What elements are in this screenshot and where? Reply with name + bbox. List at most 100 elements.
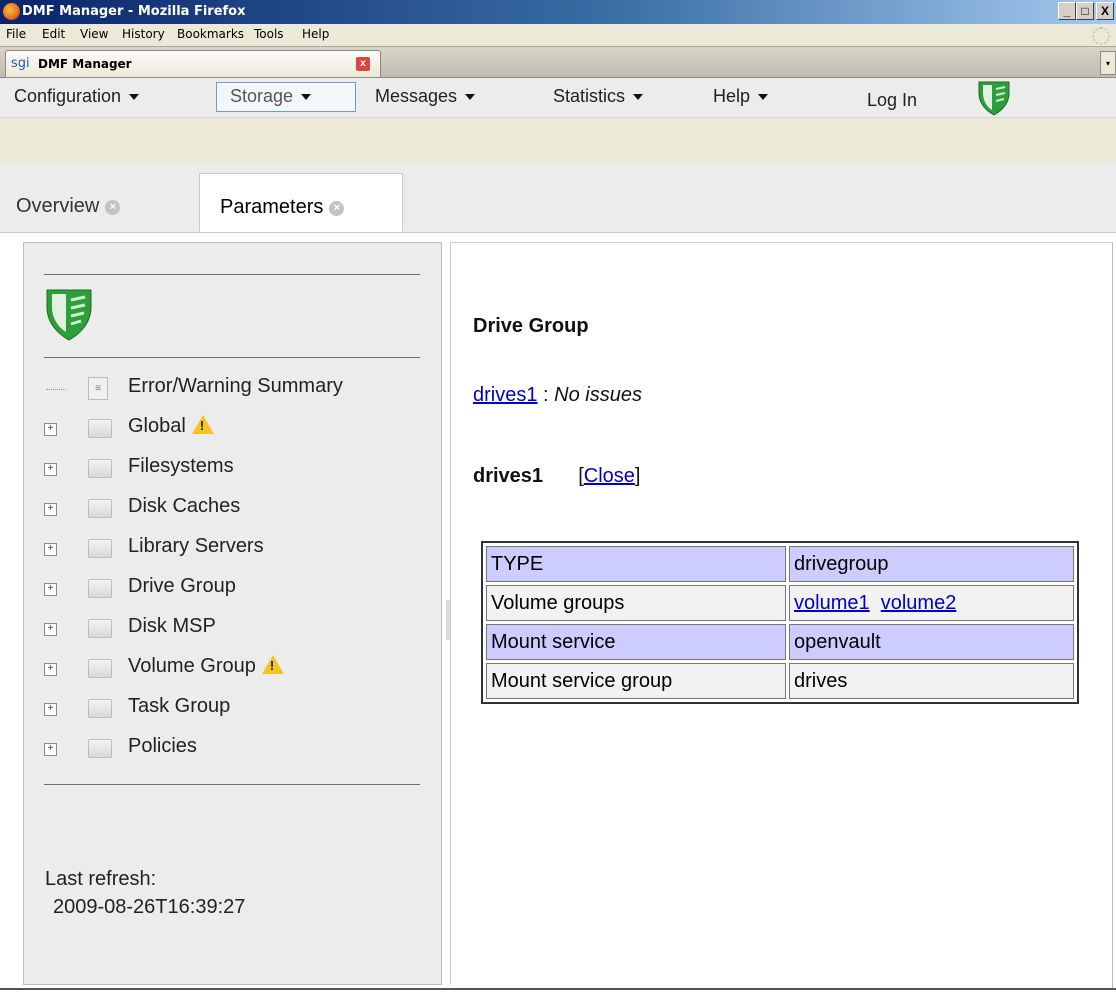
param-value: volume1 volume2 [789, 585, 1074, 621]
warning-icon [261, 655, 284, 674]
nav-storage[interactable]: Storage [230, 86, 312, 107]
param-value: drivegroup [789, 546, 1074, 582]
login-link[interactable]: Log In [867, 90, 917, 111]
window-bottom-border [0, 988, 1116, 990]
shield-icon [46, 289, 92, 341]
window-titlebar: DMF Manager - Mozilla Firefox _ □ X [0, 0, 1116, 24]
folder-icon [88, 619, 112, 638]
expand-icon[interactable]: + [44, 623, 57, 636]
close-tab-icon[interactable]: × [329, 201, 345, 216]
volume1-link[interactable]: volume1 [794, 592, 870, 614]
divider [44, 784, 420, 785]
expand-icon[interactable]: + [44, 743, 57, 756]
nav-messages-label: Messages [375, 86, 458, 106]
param-key: Mount service [486, 624, 786, 660]
menu-file[interactable]: File [6, 27, 26, 41]
volume2-link[interactable]: volume2 [881, 592, 957, 614]
issue-separator: : [537, 384, 555, 406]
nav-configuration[interactable]: Configuration [14, 86, 140, 107]
expand-icon[interactable]: + [44, 463, 57, 476]
menu-history[interactable]: History [122, 27, 165, 41]
last-refresh-label: Last refresh: [45, 868, 157, 890]
folder-icon [88, 739, 112, 758]
tree-item-label: Error/Warning Summary [128, 375, 343, 397]
caret-down-icon [633, 94, 644, 101]
close-tab-icon[interactable]: × [105, 200, 121, 215]
tree-item-label: Drive Group [128, 575, 236, 597]
table-row: Volume groups volume1 volume2 [486, 585, 1074, 621]
tab-parameters-label: Parameters [220, 196, 324, 218]
window-controls: _ □ X [1058, 2, 1114, 20]
expand-icon[interactable]: + [44, 543, 57, 556]
expand-icon[interactable]: + [44, 583, 57, 596]
tree-item-label: Library Servers [128, 535, 264, 557]
issue-summary: drives1 : No issues [473, 384, 642, 407]
menu-tools[interactable]: Tools [254, 27, 284, 41]
tree-item-label: Disk Caches [128, 495, 241, 517]
folder-icon [88, 539, 112, 558]
tab-parameters-wrap: Parameters × [220, 196, 345, 219]
firefox-icon [3, 3, 20, 20]
menu-bookmarks[interactable]: Bookmarks [177, 27, 244, 41]
app-navbar: Configuration Storage Messages Statistic… [0, 78, 1116, 118]
maximize-button[interactable]: □ [1076, 2, 1094, 20]
expand-icon[interactable]: + [44, 423, 57, 436]
app-header: Configuration Storage Messages Statistic… [0, 78, 1116, 162]
folder-icon [88, 499, 112, 518]
bracket-close: ] [634, 465, 641, 487]
expand-icon[interactable]: + [44, 663, 57, 676]
main-panel: Drive Group drives1 : No issues drives1 … [450, 242, 1112, 985]
param-key: Volume groups [486, 585, 786, 621]
drives1-link[interactable]: drives1 [473, 384, 537, 406]
table-row: Mount service group drives [486, 663, 1074, 699]
expand-icon[interactable]: + [44, 503, 57, 516]
content-tabbar: Overview × Parameters × [0, 162, 1116, 233]
tree-item-label: Task Group [128, 695, 231, 717]
tab-overview-label: Overview [16, 195, 100, 217]
tab-list-dropdown-icon[interactable]: ▾ [1100, 51, 1116, 75]
browser-tab[interactable]: sgi DMF Manager x [5, 50, 381, 77]
folder-icon [88, 419, 112, 438]
nav-messages[interactable]: Messages [375, 86, 476, 107]
menu-help[interactable]: Help [302, 27, 329, 41]
minimize-button[interactable]: _ [1058, 2, 1076, 20]
tree-item-text: Global [128, 415, 186, 437]
browser-tab-title: DMF Manager [38, 57, 132, 71]
folder-icon [88, 699, 112, 718]
nav-help[interactable]: Help [713, 86, 769, 107]
nav-statistics[interactable]: Statistics [553, 86, 644, 107]
tree-item-text: Volume Group [128, 655, 256, 677]
nav-configuration-label: Configuration [14, 86, 122, 106]
expand-icon[interactable]: + [44, 703, 57, 716]
divider [44, 274, 420, 275]
tree-item-label: Volume Group [128, 655, 284, 678]
close-tab-icon[interactable]: x [356, 57, 370, 71]
folder-icon [88, 579, 112, 598]
folder-icon [88, 659, 112, 678]
caret-down-icon [758, 94, 769, 101]
nav-statistics-label: Statistics [553, 86, 626, 106]
table-row: Mount service openvault [486, 624, 1074, 660]
close-link[interactable]: Close [584, 465, 635, 487]
warning-icon [191, 415, 214, 434]
menu-edit[interactable]: Edit [42, 27, 65, 41]
parameters-table: TYPE drivegroup Volume groups volume1 vo… [481, 541, 1079, 704]
tab-overview-wrap: Overview × [16, 195, 121, 218]
table-row: TYPE drivegroup [486, 546, 1074, 582]
window-title: DMF Manager - Mozilla Firefox [22, 4, 246, 19]
shield-icon [978, 81, 1010, 116]
tab-parameters[interactable]: Parameters × [199, 173, 403, 232]
detail-header: drives1 [Close] [473, 465, 640, 488]
menu-view[interactable]: View [80, 27, 108, 41]
caret-down-icon [465, 94, 476, 101]
detail-name: drives1 [473, 465, 544, 487]
sidebar-panel: ≡ Error/Warning Summary + Global + Files… [23, 242, 442, 985]
tree-item-label: Policies [128, 735, 197, 757]
folder-icon [88, 459, 112, 478]
close-window-button[interactable]: X [1096, 2, 1114, 20]
browser-menubar: File Edit View History Bookmarks Tools H… [0, 24, 1116, 47]
issue-status: No issues [554, 384, 642, 406]
tab-overview[interactable]: Overview × [16, 173, 194, 232]
sgi-favicon-icon: sgi [11, 56, 30, 71]
tree-item-label: Global [128, 415, 214, 438]
